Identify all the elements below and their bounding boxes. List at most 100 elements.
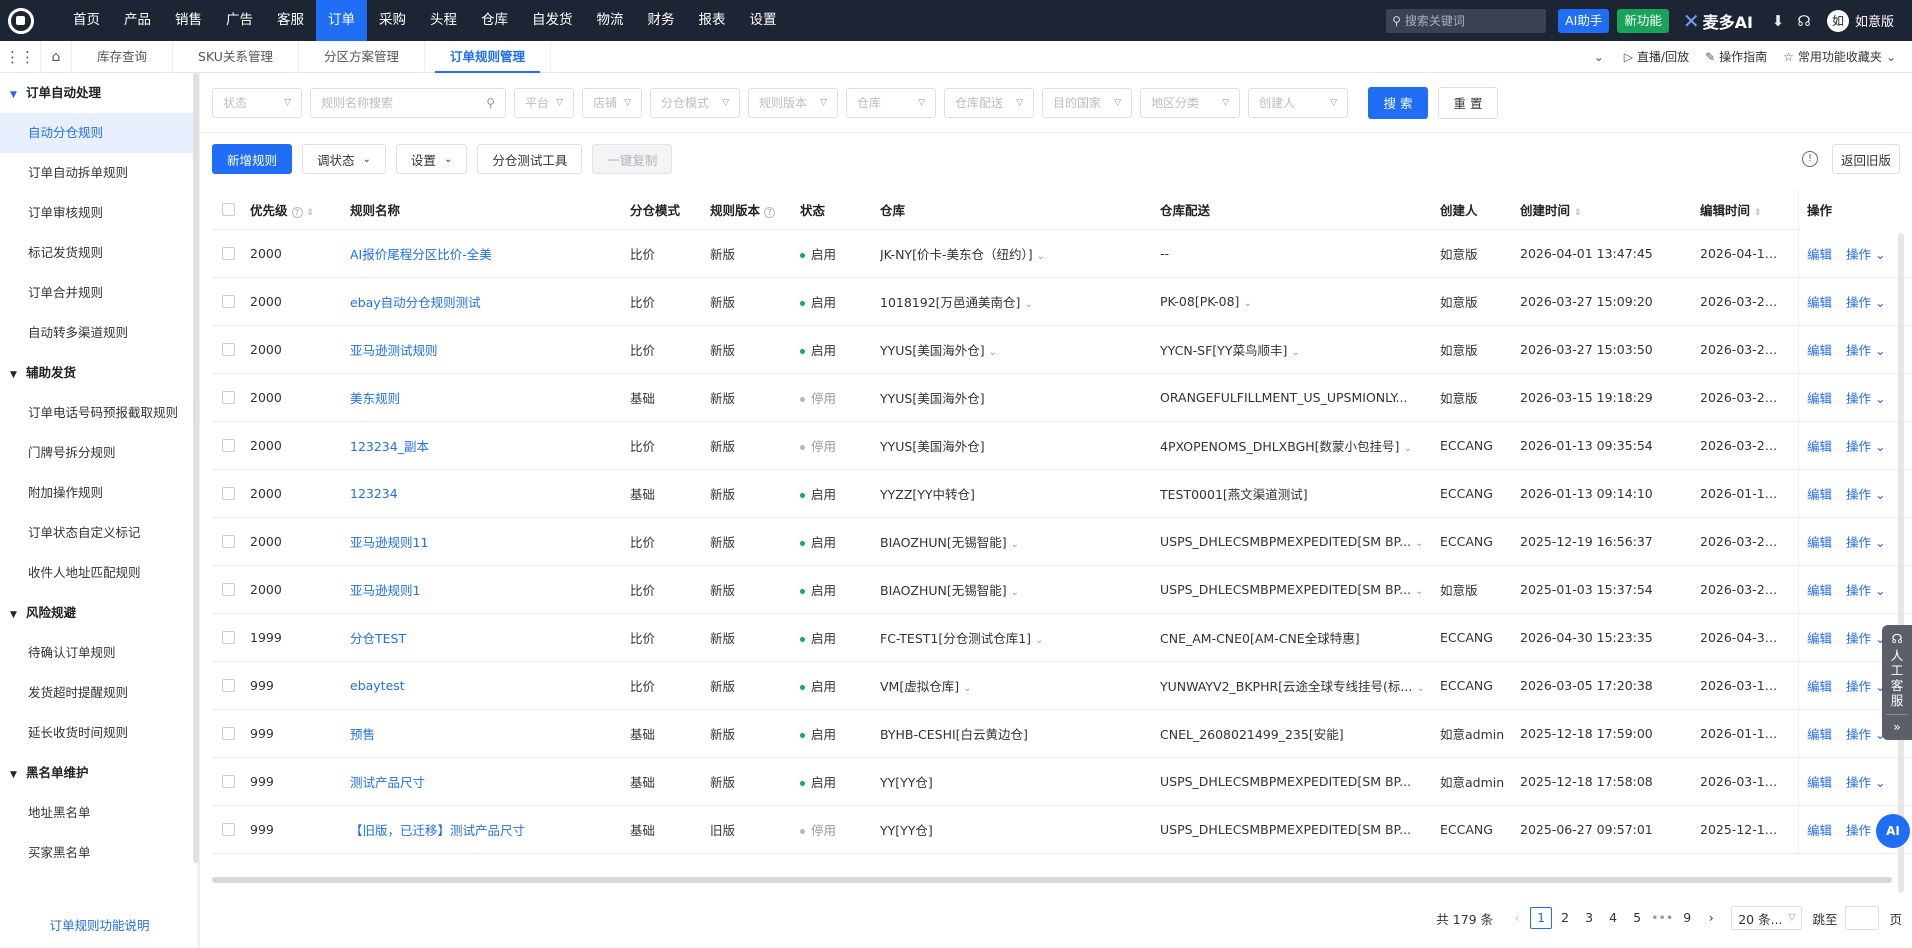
delivery-select[interactable]: 仓库配送 ▽ [944, 87, 1034, 118]
sidebar-scrollbar[interactable] [193, 73, 199, 863]
nav-item[interactable]: 自发货 [520, 0, 585, 41]
table-row[interactable]: 2000 亚马逊规则11 比价 新版 启用 BIAOZHUN[无锡智能] ⌄ USPS_DHL… [212, 518, 1912, 566]
sidebar-item[interactable]: 订单电话号码预报截取规则 [0, 393, 198, 433]
sidebar-help-link[interactable]: 订单规则功能说明 [0, 915, 199, 934]
page-tab[interactable]: 分区方案管理 [299, 40, 425, 73]
nav-item[interactable]: 销售 [163, 0, 214, 41]
sidebar-item[interactable]: 地址黑名单 [0, 793, 198, 833]
sidebar-item[interactable]: 订单状态自定义标记 [0, 513, 198, 553]
cell-name[interactable]: 亚马逊测试规则 [350, 340, 630, 359]
more-actions-link[interactable]: 操作 ⌄ [1846, 628, 1885, 647]
table-row[interactable]: 999 预售 基础 新版 启用 BYHB-CESHI[白云黄边仓] CNEL_2608021… [212, 710, 1912, 758]
expand-chevron-icon[interactable]: ⌄ [1415, 586, 1423, 597]
next-page-button[interactable]: › [1700, 907, 1722, 929]
nav-item[interactable]: 头程 [418, 0, 469, 41]
row-checkbox[interactable] [212, 487, 250, 500]
edit-link[interactable]: 编辑 [1807, 388, 1832, 407]
page-tab[interactable]: 库存查询 [72, 40, 174, 73]
sidebar-item[interactable]: 收件人地址匹配规则 [0, 553, 198, 593]
avatar[interactable]: 如 [1826, 9, 1849, 32]
global-search-input[interactable]: ⚲ 搜索关键词 [1386, 8, 1547, 33]
edit-link[interactable]: 编辑 [1807, 292, 1832, 311]
ai-helper-button[interactable]: AI助手 [1558, 8, 1610, 33]
page-number[interactable]: 5 [1626, 907, 1648, 929]
table-row[interactable]: 2000 ebay自动分仓规则测试 比价 新版 启用 1018192[万邑通美南仓] ⌄ PK… [212, 278, 1912, 326]
nav-item[interactable]: 物流 [585, 0, 636, 41]
platform-select[interactable]: 平台 ▽ [514, 87, 574, 118]
info-icon[interactable]: ! [1801, 151, 1818, 167]
column-priority[interactable]: 优先级? ⇕ [250, 200, 350, 219]
edit-link[interactable]: 编辑 [1807, 820, 1832, 839]
version-select[interactable]: 规则版本 ▽ [748, 87, 838, 118]
row-checkbox[interactable] [212, 439, 250, 452]
mode-select[interactable]: 分仓模式 ▽ [650, 87, 740, 118]
cell-name[interactable]: ebaytest [350, 678, 630, 693]
warehouse-test-tool-button[interactable]: 分仓测试工具 [477, 144, 583, 174]
table-row[interactable]: 999 测试产品尺寸 基础 新版 启用 YY[YY仓] USPS_DHLECSMBPMEXP… [212, 758, 1912, 806]
edit-link[interactable]: 编辑 [1807, 676, 1832, 695]
status-select[interactable]: 状态 ▽ [212, 87, 302, 118]
reset-button[interactable]: 重 置 [1438, 86, 1498, 119]
cell-name[interactable]: 预售 [350, 724, 630, 743]
cell-name[interactable]: 【旧版，已迁移】测试产品尺寸 [350, 820, 630, 839]
nav-item[interactable]: 报表 [687, 0, 738, 41]
more-actions-link[interactable]: 操作 ⌄ [1846, 532, 1885, 551]
row-checkbox[interactable] [212, 631, 250, 644]
sort-icon[interactable]: ⇕ [307, 208, 315, 218]
edit-link[interactable]: 编辑 [1807, 724, 1832, 743]
add-rule-button[interactable]: 新增规则 [212, 144, 293, 174]
new-feature-button[interactable]: 新功能 [1617, 8, 1669, 33]
nav-item[interactable]: 仓库 [469, 0, 520, 41]
expand-chevron-icon[interactable]: ⌄ [1024, 299, 1032, 310]
table-horizontal-scrollbar[interactable] [212, 877, 1892, 883]
nav-item[interactable]: 订单 [316, 0, 367, 41]
nav-item[interactable]: 产品 [112, 0, 163, 41]
sidebar-group[interactable]: ▼ 黑名单维护 [0, 753, 198, 793]
tabs-dropdown-icon[interactable]: ⌄ [1594, 50, 1608, 64]
nav-item[interactable]: 首页 [61, 0, 112, 41]
more-actions-link[interactable]: 操作 ⌄ [1846, 484, 1885, 503]
warehouse-select[interactable]: 仓库 ▽ [846, 87, 936, 118]
expand-chevron-icon[interactable]: ⌄ [1415, 538, 1423, 549]
table-vertical-scrollbar[interactable] [1898, 233, 1904, 893]
row-checkbox[interactable] [212, 535, 250, 548]
expand-chevron-icon[interactable]: ⌄ [1011, 539, 1019, 550]
sidebar-item[interactable]: 订单自动拆单规则 [0, 153, 198, 193]
sidebar-group[interactable]: ▼ 辅助发货 [0, 353, 198, 393]
cell-name[interactable]: 分仓TEST [350, 628, 630, 647]
sidebar-item[interactable]: 自动分仓规则 [0, 113, 198, 153]
brand-logo[interactable]: ✕ 麦多AI [1683, 9, 1753, 33]
expand-chevron-icon[interactable]: ⌄ [989, 347, 997, 358]
nav-item[interactable]: 财务 [636, 0, 687, 41]
row-checkbox[interactable] [212, 727, 250, 740]
edit-link[interactable]: 编辑 [1807, 244, 1832, 263]
page-tab[interactable]: SKU关系管理 [173, 40, 299, 73]
more-actions-link[interactable]: 操作 ⌄ [1846, 244, 1885, 263]
page-size-select[interactable]: 20 条... ▽ [1731, 906, 1803, 930]
expand-chevron-icon[interactable]: ⌄ [1037, 251, 1045, 262]
customer-service-float[interactable]: ☊ 人工客服 » [1882, 625, 1912, 740]
expand-chevron-icon[interactable]: ⌄ [1035, 635, 1043, 646]
edit-link[interactable]: 编辑 [1807, 340, 1832, 359]
shop-select[interactable]: 店铺 ▽ [582, 87, 642, 118]
table-row[interactable]: 1999 分仓TEST 比价 新版 启用 FC-TEST1[分仓测试仓库1] ⌄ CNE_AM… [212, 614, 1912, 662]
table-row[interactable]: 2000 亚马逊测试规则 比价 新版 启用 YYUS[美国海外仓] ⌄ YYCN-SF[YY菜… [212, 326, 1912, 374]
download-icon[interactable]: ⬇ [1765, 12, 1791, 30]
cell-name[interactable]: 123234_副本 [350, 436, 630, 455]
more-actions-link[interactable]: 操作 ⌄ [1846, 676, 1885, 695]
expand-chevron-icon[interactable]: ⌄ [1291, 347, 1299, 358]
ai-assistant-button[interactable]: AI [1876, 814, 1910, 848]
goto-page-input[interactable] [1845, 906, 1880, 930]
more-actions-link[interactable]: 操作 ⌄ [1846, 724, 1885, 743]
table-row[interactable]: 999 ebaytest 比价 新版 启用 VM[虚拟仓库] ⌄ YUNWAYV2_BKPHR… [212, 662, 1912, 710]
sort-icon[interactable]: ⇕ [1574, 208, 1582, 218]
expand-chevron-icon[interactable]: ⌄ [963, 683, 971, 694]
back-to-old-version-button[interactable]: 返回旧版 [1831, 144, 1900, 174]
nav-item[interactable]: 广告 [214, 0, 265, 41]
table-row[interactable]: 999 【旧版，已迁移】测试产品尺寸 基础 旧版 停用 YY[YY仓] USPS_DHLEC… [212, 806, 1912, 854]
rule-name-search-input[interactable]: 规则名称搜索 ⚲ [310, 87, 506, 118]
sidebar-group[interactable]: ▼ 订单自动处理 [0, 73, 198, 113]
collapse-float-icon[interactable]: » [1882, 719, 1912, 734]
one-click-copy-button[interactable]: 一键复制 [592, 144, 673, 174]
nav-item[interactable]: 客服 [265, 0, 316, 41]
